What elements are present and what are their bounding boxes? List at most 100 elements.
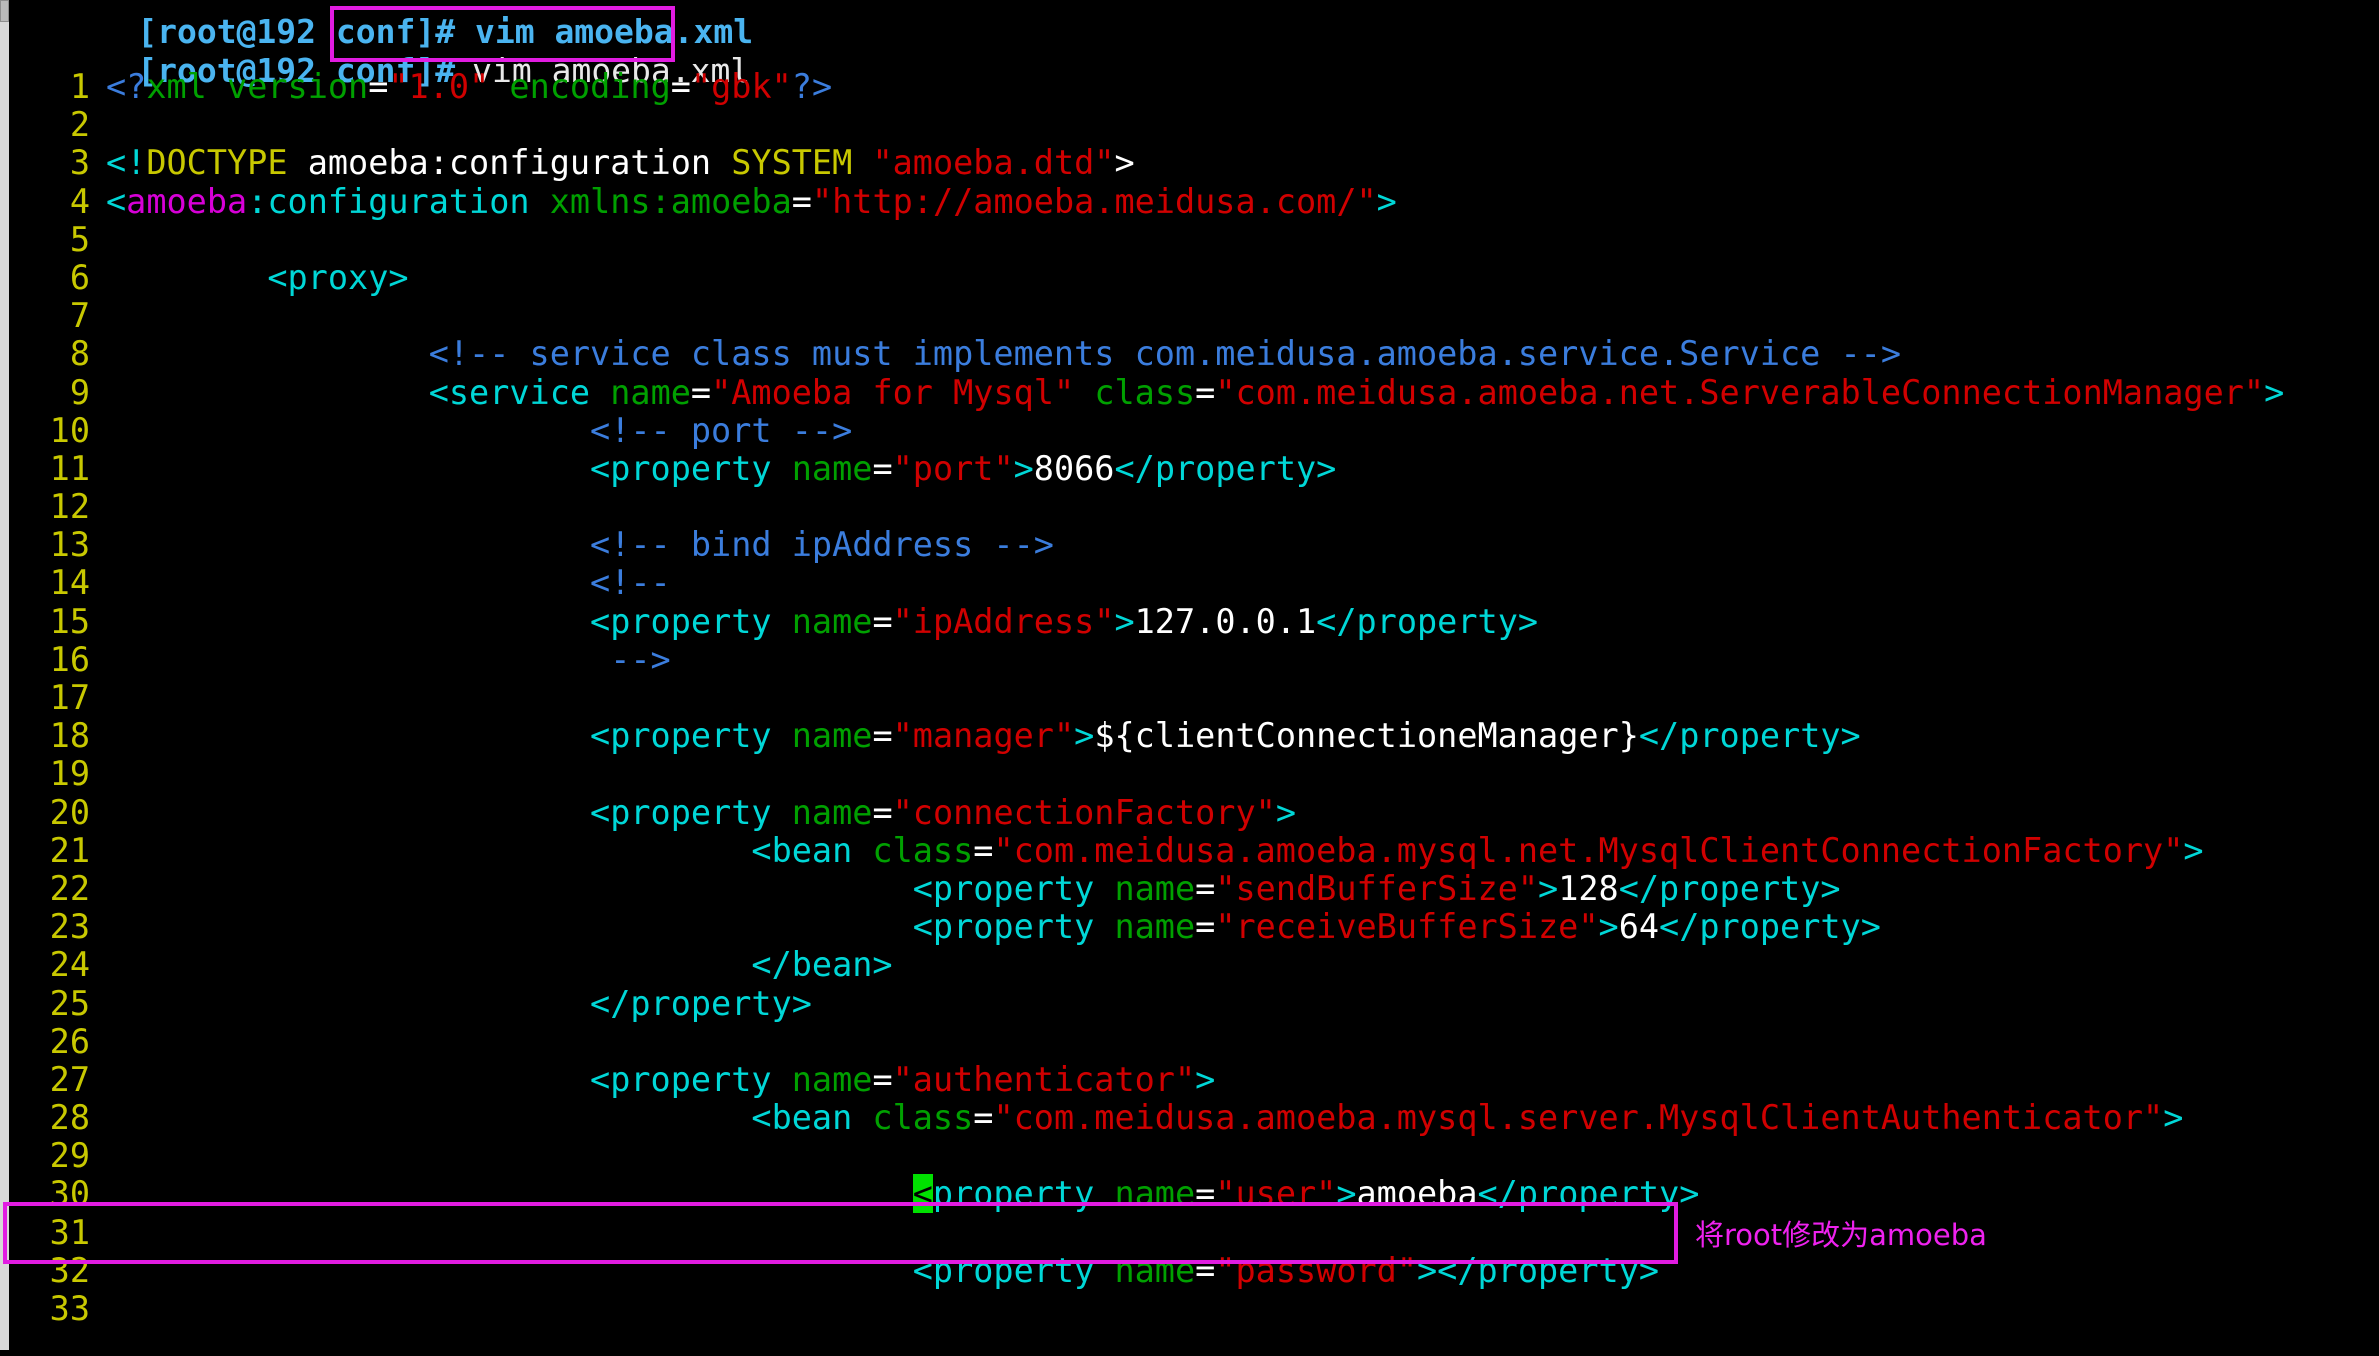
code-token: "user": [1215, 1174, 1337, 1214]
code-line[interactable]: 33: [18, 1289, 2379, 1328]
code-token: =: [690, 372, 712, 412]
code-line[interactable]: 18 <property name="manager">${clientConn…: [18, 716, 2379, 756]
code-line[interactable]: 3 <!DOCTYPE amoeba:configuration SYSTEM "…: [18, 144, 2379, 182]
code-token: name: [791, 1059, 873, 1099]
line-number: 32: [49, 1250, 90, 1290]
code-token: <!-- service class must implements com.m…: [106, 334, 1902, 374]
vim-buffer[interactable]: 1 <?xml version="1.0" encoding="gbk"?> 2 3 <…: [18, 67, 2379, 1328]
line-number: 22: [49, 868, 90, 908]
code-token: "ipAddress": [892, 601, 1115, 641]
code-token: 127.0.0.1: [1134, 601, 1317, 641]
code-line[interactable]: 30 <property name="user">amoeba</propert…: [18, 1174, 2379, 1214]
code-token: </property>: [1114, 448, 1337, 488]
code-token: "gbk": [690, 67, 792, 106]
code-token: <: [106, 181, 127, 221]
code-token: <service: [106, 372, 591, 412]
code-line[interactable]: 22 <property name="sendBufferSize">128</…: [18, 868, 2379, 908]
code-line[interactable]: 11 <property name="port">8066</property>: [18, 448, 2379, 488]
terminal-content: [root@192 conf]# vim amoeba.xml [root@19…: [9, 0, 2379, 1356]
line-number: 31: [49, 1212, 90, 1252]
code-line[interactable]: 8 <!-- service class must implements com…: [18, 335, 2379, 373]
code-token: "port": [892, 448, 1014, 488]
code-token: "receiveBufferSize": [1215, 907, 1599, 947]
code-line[interactable]: 28 <bean class="com.meidusa.amoeba.mysql…: [18, 1098, 2379, 1138]
code-line[interactable]: 4 <amoeba:configuration xmlns:amoeba="htt…: [18, 181, 2379, 221]
line-number: 18: [49, 716, 90, 756]
code-line[interactable]: 20 <property name="connectionFactory">: [18, 792, 2379, 832]
code-line[interactable]: 7: [18, 296, 2379, 335]
code-token: <property: [106, 448, 772, 488]
code-token: "http://amoeba.meidusa.com/": [811, 181, 1377, 221]
line-number: 13: [49, 525, 90, 565]
code-line[interactable]: 19: [18, 755, 2379, 793]
code-token: </property>: [1477, 1174, 1700, 1214]
code-line[interactable]: 29: [18, 1137, 2379, 1175]
code-token: >: [1538, 868, 1559, 908]
code-token: :: [247, 181, 268, 221]
code-token: <!-- bind ipAddress -->: [106, 525, 1054, 565]
code-token: "com.meidusa.amoeba.mysql.net.MysqlClien…: [993, 830, 2184, 870]
code-token: xmlns:amoeba: [549, 181, 792, 221]
code-token: name: [1114, 1174, 1196, 1214]
code-token: class: [872, 1098, 974, 1138]
code-token: name: [791, 601, 873, 641]
code-token: ?>: [791, 67, 833, 106]
code-token: name: [791, 448, 873, 488]
code-line[interactable]: 5: [18, 220, 2379, 259]
code-token: <proxy>: [106, 257, 409, 297]
code-token: =: [1195, 372, 1216, 412]
code-token: >: [1598, 907, 1619, 947]
code-line[interactable]: 9 <service name="Amoeba for Mysql" class…: [18, 372, 2379, 412]
code-token: 64: [1618, 907, 1660, 947]
code-token: name: [791, 792, 873, 832]
code-line[interactable]: 31: [18, 1212, 2379, 1252]
code-line[interactable]: 21 <bean class="com.meidusa.amoeba.mysql…: [18, 830, 2379, 870]
code-token: name: [1114, 907, 1196, 947]
code-line[interactable]: 2: [18, 105, 2379, 145]
code-token: "password": [1215, 1250, 1417, 1290]
code-line[interactable]: 13 <!-- bind ipAddress -->: [18, 526, 2379, 564]
code-line[interactable]: 26: [18, 1021, 2379, 1061]
code-token: <property: [106, 716, 772, 756]
code-line[interactable]: 27 <property name="authenticator">: [18, 1059, 2379, 1099]
code-line[interactable]: 6 <proxy>: [18, 257, 2379, 297]
code-line[interactable]: 1 <?xml version="1.0" encoding="gbk"?>: [18, 67, 2379, 106]
code-line[interactable]: 14 <!--: [18, 564, 2379, 602]
code-token: >: [1114, 143, 1135, 183]
code-line[interactable]: 17: [18, 678, 2379, 717]
vertical-scrollbar[interactable]: [0, 0, 9, 1356]
line-number: 26: [49, 1021, 90, 1061]
code-token: amoeba:configuration: [287, 143, 732, 183]
code-token: -->: [106, 639, 671, 679]
code-line[interactable]: 12: [18, 487, 2379, 526]
code-token: <property: [106, 601, 772, 641]
scrollbar-thumb[interactable]: [0, 0, 9, 22]
code-line[interactable]: 10 <!-- port -->: [18, 411, 2379, 450]
line-number: 24: [49, 945, 90, 985]
code-token: 8066: [1033, 448, 1115, 488]
line-number: 19: [49, 754, 90, 794]
code-line[interactable]: 16 -->: [18, 639, 2379, 679]
line-number: 20: [49, 792, 90, 832]
code-token: class: [1094, 372, 1196, 412]
code-token: "sendBufferSize": [1215, 868, 1539, 908]
code-line[interactable]: 23 <property name="receiveBufferSize">64…: [18, 907, 2379, 947]
code-line[interactable]: 24 </bean>: [18, 946, 2379, 984]
code-token: <!--: [106, 563, 671, 603]
line-number: 4: [69, 181, 90, 221]
line-number: 2: [69, 105, 90, 145]
code-line[interactable]: 32 <property name="password"></property>: [18, 1250, 2379, 1290]
line-number: 16: [49, 639, 90, 679]
code-token: name: [610, 372, 691, 412]
code-line[interactable]: 15 <property name="ipAddress">127.0.0.1<…: [18, 601, 2379, 641]
line-number: 25: [49, 983, 90, 1023]
code-line[interactable]: 25 </property>: [18, 983, 2379, 1023]
code-token: >: [2163, 1098, 2184, 1138]
